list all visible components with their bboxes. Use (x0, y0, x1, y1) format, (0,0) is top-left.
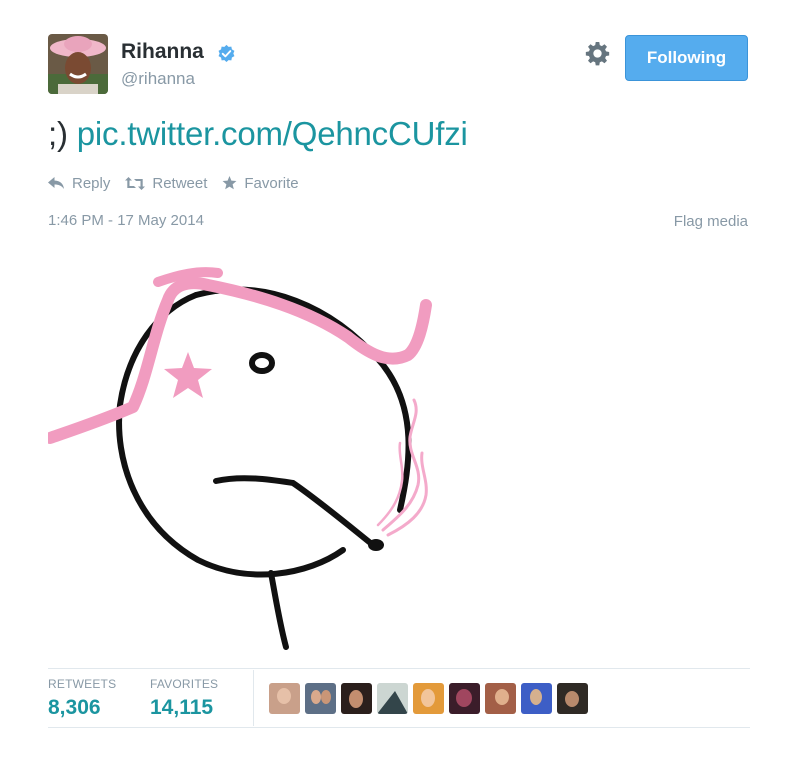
retweet-button[interactable]: Retweet (125, 175, 207, 192)
reply-button[interactable]: Reply (48, 175, 110, 192)
star-icon (222, 176, 237, 190)
favorites-label: FAVORITES (150, 677, 219, 691)
avatar-image (48, 34, 108, 94)
flag-media-link[interactable]: Flag media (674, 213, 748, 230)
stats-divider-bottom (48, 727, 750, 728)
favorite-label: Favorite (244, 174, 299, 192)
favoriter-avatar[interactable] (521, 683, 552, 714)
favorite-button[interactable]: Favorite (222, 174, 299, 192)
favoriter-avatar[interactable] (557, 683, 588, 714)
gear-icon[interactable] (585, 41, 610, 66)
tweet-text-prefix: ;) (48, 115, 68, 152)
user-name[interactable]: Rihanna (121, 40, 204, 64)
retweets-stat[interactable]: RETWEETS 8,306 (48, 677, 116, 720)
reply-label: Reply (72, 174, 111, 192)
favoriter-avatar[interactable] (413, 683, 444, 714)
retweet-label: Retweet (152, 174, 208, 192)
following-button[interactable]: Following (625, 35, 748, 81)
favoriter-avatar[interactable] (269, 683, 300, 714)
tweet-timestamp[interactable]: 1:46 PM - 17 May 2014 (48, 212, 204, 229)
cartoon-drawing (44, 267, 432, 650)
stats-divider-top (48, 668, 750, 669)
retweets-label: RETWEETS (48, 677, 117, 691)
stats-separator (253, 670, 254, 726)
verified-badge-icon (218, 44, 235, 63)
retweet-icon (125, 176, 146, 190)
favorites-stat[interactable]: FAVORITES 14,115 (150, 677, 218, 720)
favoriter-avatar[interactable] (485, 683, 516, 714)
favoriter-avatar[interactable] (377, 683, 408, 714)
user-handle[interactable]: @rihanna (121, 69, 195, 89)
favoriter-avatar[interactable] (341, 683, 372, 714)
tweet-actions: Reply Retweet Favorite (48, 172, 314, 194)
tweet-text: ;) pic.twitter.com/QehncCUfzi (48, 112, 468, 156)
favoriter-avatar[interactable] (449, 683, 480, 714)
retweets-count: 8,306 (48, 696, 101, 719)
favoriter-avatars (269, 683, 593, 714)
tweet-media-image[interactable] (44, 255, 448, 650)
tweet-media-link[interactable]: pic.twitter.com/QehncCUfzi (77, 115, 468, 152)
favorites-count: 14,115 (150, 696, 214, 719)
favoriter-avatar[interactable] (305, 683, 336, 714)
reply-icon (48, 176, 64, 189)
avatar[interactable] (48, 34, 108, 94)
